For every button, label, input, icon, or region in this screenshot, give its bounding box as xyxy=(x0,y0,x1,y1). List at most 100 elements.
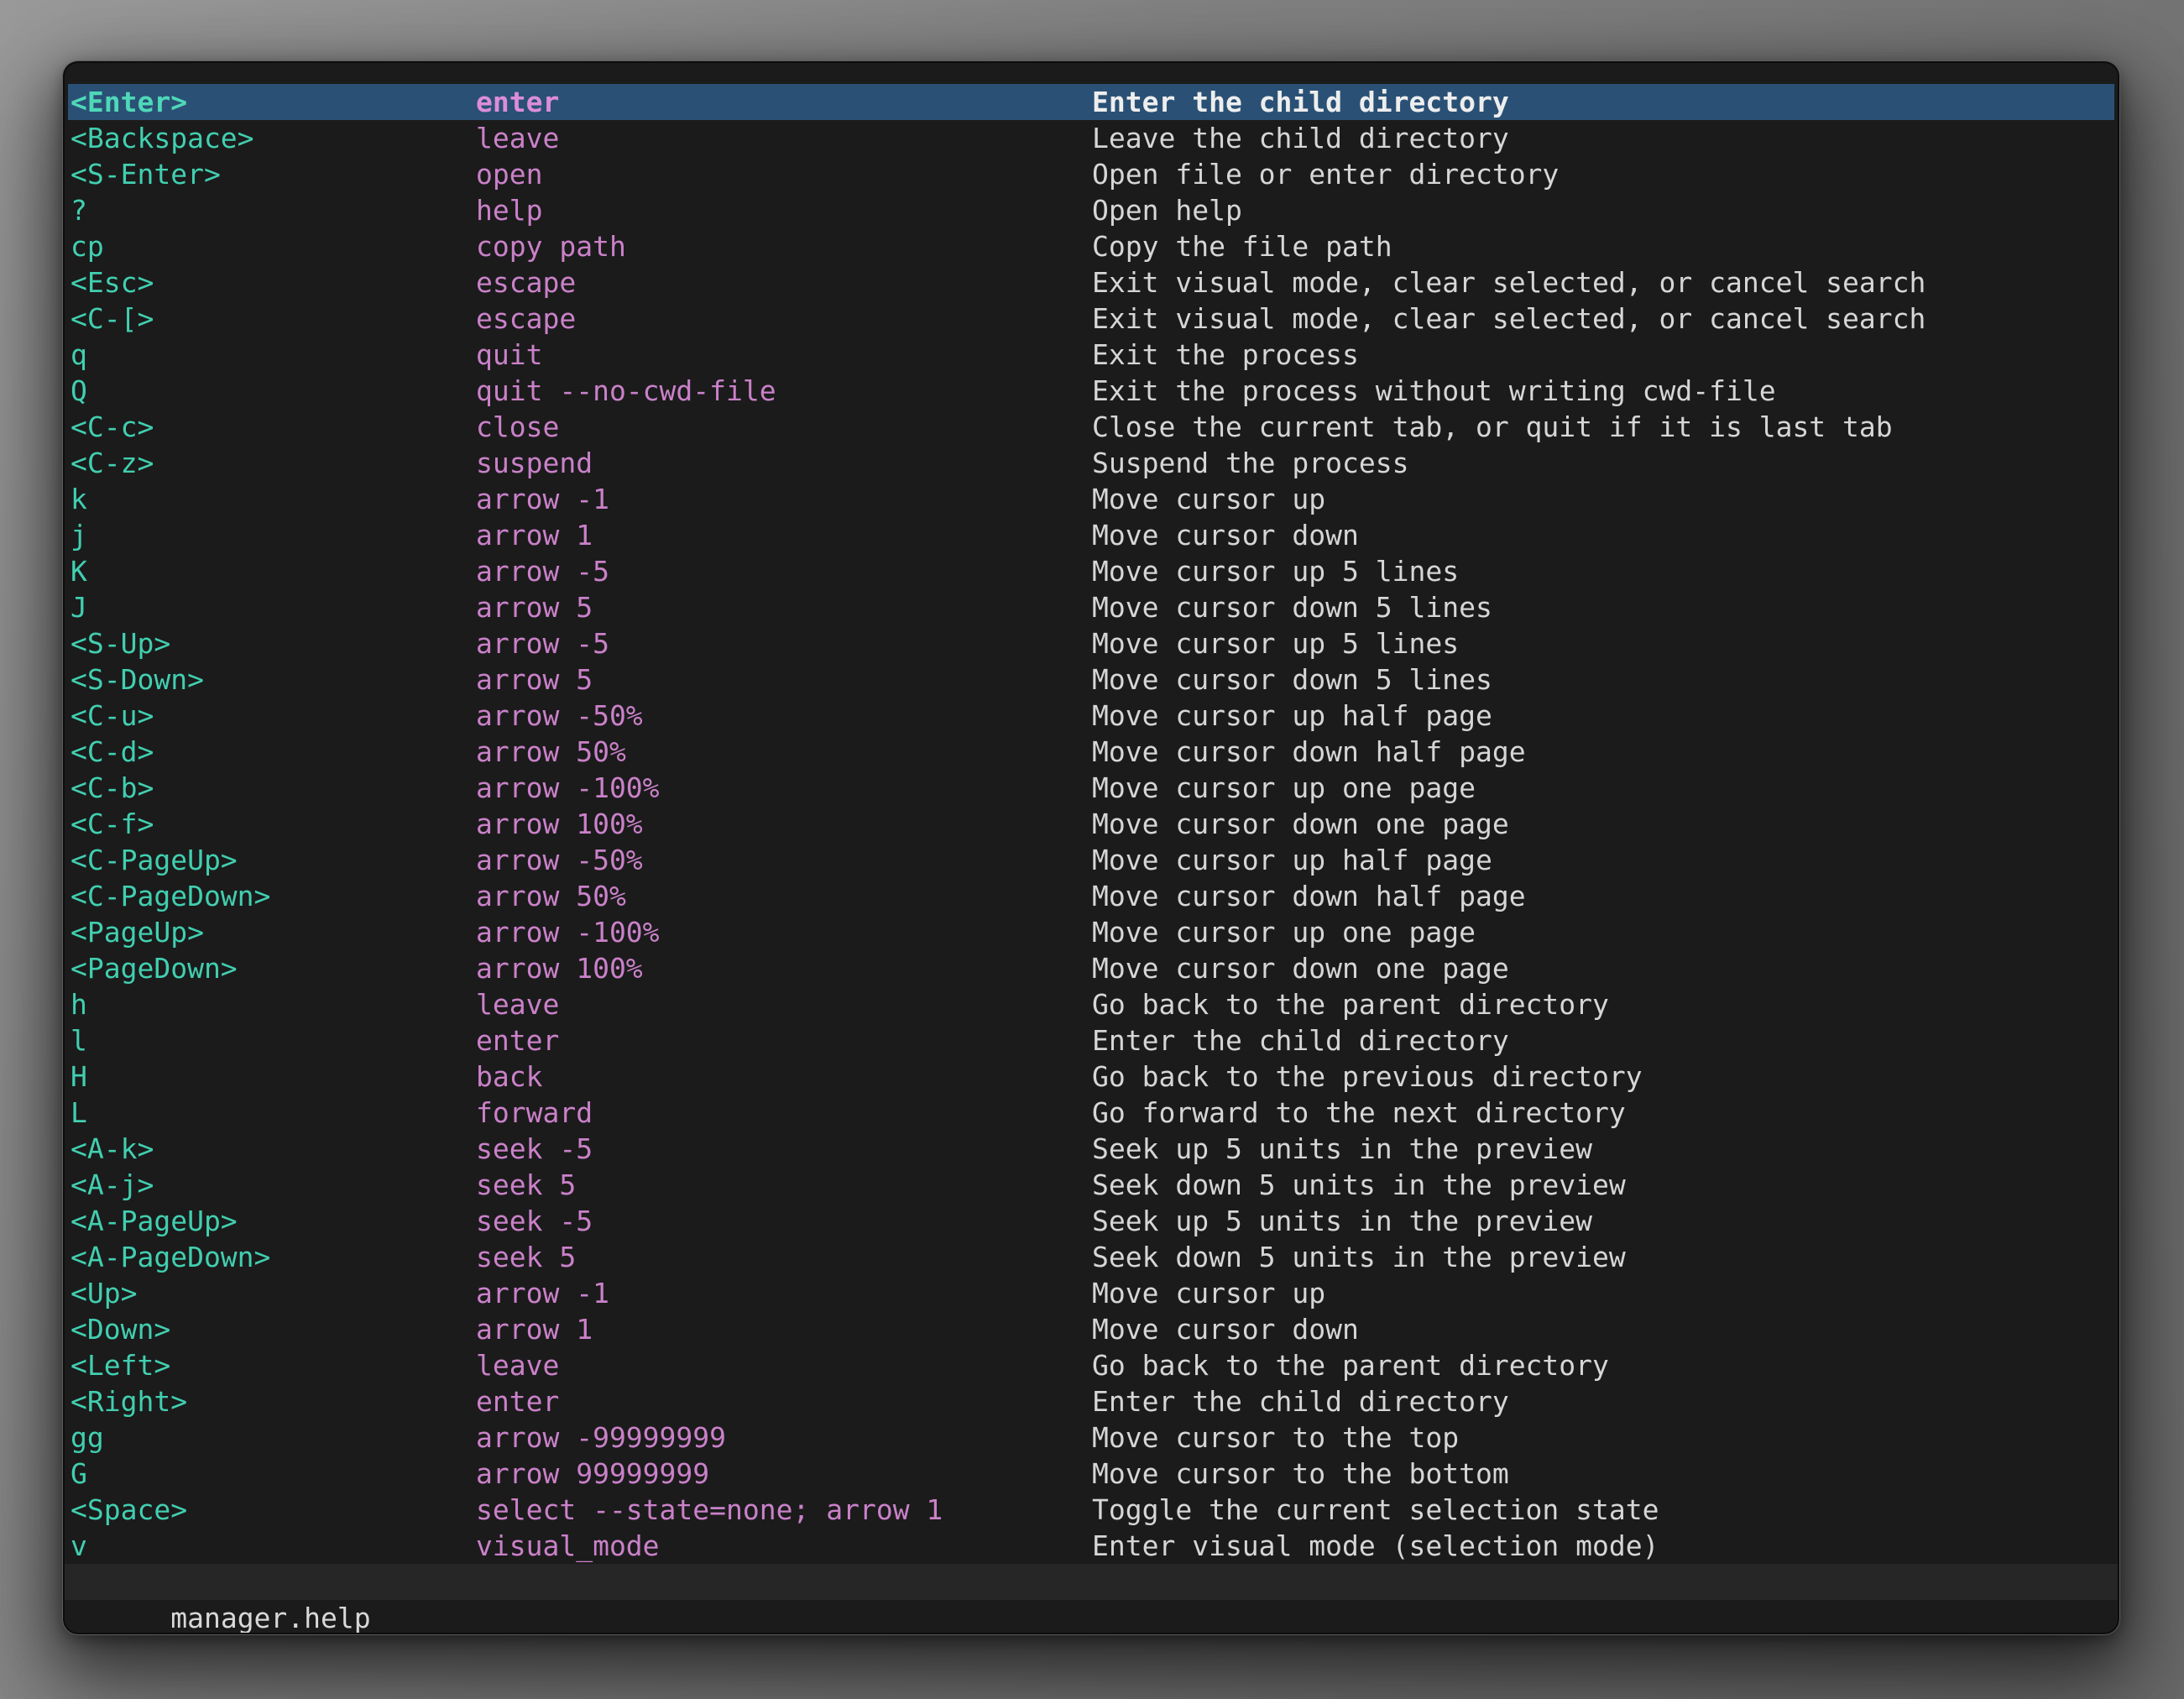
description-cell: Enter the child directory xyxy=(1092,1022,2114,1059)
description-cell: Seek down 5 units in the preview xyxy=(1092,1239,2114,1275)
keybind-row[interactable]: <Right> enter Enter the child directory xyxy=(68,1383,2114,1419)
description-cell: Move cursor up one page xyxy=(1092,770,2114,806)
command-cell: seek -5 xyxy=(476,1131,1092,1167)
keybind-row[interactable]: <C-u> arrow -50% Move cursor up half pag… xyxy=(68,698,2114,734)
keybind-row[interactable]: <C-b> arrow -100% Move cursor up one pag… xyxy=(68,770,2114,806)
command-cell: arrow -5 xyxy=(476,625,1092,661)
key-cell: <C-[> xyxy=(71,301,476,337)
key-cell: <Backspace> xyxy=(71,120,476,156)
keybind-row[interactable]: H back Go back to the previous directory xyxy=(68,1059,2114,1095)
description-cell: Toggle the current selection state xyxy=(1092,1492,2114,1528)
key-cell: <A-PageUp> xyxy=(71,1203,476,1239)
command-cell: suspend xyxy=(476,445,1092,481)
command-cell: seek 5 xyxy=(476,1239,1092,1275)
description-cell: Move cursor up xyxy=(1092,481,2114,517)
keybind-row[interactable]: <C-PageUp> arrow -50% Move cursor up hal… xyxy=(68,842,2114,878)
keybind-row[interactable]: h leave Go back to the parent directory xyxy=(68,986,2114,1022)
description-cell: Exit the process xyxy=(1092,337,2114,373)
keybind-row[interactable]: <S-Enter> open Open file or enter direct… xyxy=(68,156,2114,192)
key-cell: <C-u> xyxy=(71,698,476,734)
keybind-row[interactable]: l enter Enter the child directory xyxy=(68,1022,2114,1059)
keybind-row[interactable]: ? help Open help xyxy=(68,192,2114,228)
key-cell: <Up> xyxy=(71,1275,476,1311)
keybind-row[interactable]: <A-k> seek -5 Seek up 5 units in the pre… xyxy=(68,1131,2114,1167)
keybind-row[interactable]: <A-PageDown> seek 5 Seek down 5 units in… xyxy=(68,1239,2114,1275)
keybind-row[interactable]: v visual_mode Enter visual mode (selecti… xyxy=(68,1528,2114,1564)
keybind-row[interactable]: J arrow 5 Move cursor down 5 lines xyxy=(68,589,2114,625)
keybind-row[interactable]: K arrow -5 Move cursor up 5 lines xyxy=(68,553,2114,589)
command-cell: arrow 1 xyxy=(476,517,1092,553)
command-cell: leave xyxy=(476,986,1092,1022)
keybind-row[interactable]: <PageUp> arrow -100% Move cursor up one … xyxy=(68,914,2114,950)
description-cell: Close the current tab, or quit if it is … xyxy=(1092,409,2114,445)
key-cell: <Esc> xyxy=(71,264,476,301)
command-cell: leave xyxy=(476,1347,1092,1383)
keybind-row[interactable]: <S-Down> arrow 5 Move cursor down 5 line… xyxy=(68,661,2114,698)
description-cell: Enter visual mode (selection mode) xyxy=(1092,1528,2114,1564)
keybind-row[interactable]: <PageDown> arrow 100% Move cursor down o… xyxy=(68,950,2114,986)
description-cell: Open help xyxy=(1092,192,2114,228)
key-cell: ? xyxy=(71,192,476,228)
key-cell: <Space> xyxy=(71,1492,476,1528)
keybind-row[interactable]: <Left> leave Go back to the parent direc… xyxy=(68,1347,2114,1383)
keybind-row[interactable]: <C-f> arrow 100% Move cursor down one pa… xyxy=(68,806,2114,842)
command-cell: select --state=none; arrow 1 xyxy=(476,1492,1092,1528)
keybind-row[interactable]: <A-PageUp> seek -5 Seek up 5 units in th… xyxy=(68,1203,2114,1239)
keybind-row[interactable]: j arrow 1 Move cursor down xyxy=(68,517,2114,553)
keybind-row[interactable]: k arrow -1 Move cursor up xyxy=(68,481,2114,517)
key-cell: <Enter> xyxy=(71,84,476,120)
keybind-row[interactable]: <Down> arrow 1 Move cursor down xyxy=(68,1311,2114,1347)
key-cell: <S-Down> xyxy=(71,661,476,698)
description-cell: Copy the file path xyxy=(1092,228,2114,264)
command-cell: escape xyxy=(476,264,1092,301)
command-cell: arrow 5 xyxy=(476,661,1092,698)
description-cell: Suspend the process xyxy=(1092,445,2114,481)
key-cell: <C-z> xyxy=(71,445,476,481)
description-cell: Enter the child directory xyxy=(1092,84,2114,120)
description-cell: Move cursor down one page xyxy=(1092,806,2114,842)
keybind-row[interactable]: <C-[> escape Exit visual mode, clear sel… xyxy=(68,301,2114,337)
command-cell: arrow 100% xyxy=(476,806,1092,842)
keybind-row[interactable]: G arrow 99999999 Move cursor to the bott… xyxy=(68,1456,2114,1492)
command-cell: arrow -1 xyxy=(476,481,1092,517)
key-cell: <C-f> xyxy=(71,806,476,842)
keybind-row[interactable]: <Space> select --state=none; arrow 1 Tog… xyxy=(68,1492,2114,1528)
description-cell: Move cursor down half page xyxy=(1092,878,2114,914)
keybind-row[interactable]: q quit Exit the process xyxy=(68,337,2114,373)
command-cell: seek -5 xyxy=(476,1203,1092,1239)
description-cell: Exit the process without writing cwd-fil… xyxy=(1092,373,2114,409)
key-cell: cp xyxy=(71,228,476,264)
description-cell: Enter the child directory xyxy=(1092,1383,2114,1419)
keybind-row[interactable]: <C-d> arrow 50% Move cursor down half pa… xyxy=(68,734,2114,770)
keybind-row[interactable]: <C-PageDown> arrow 50% Move cursor down … xyxy=(68,878,2114,914)
keybind-row[interactable]: <Esc> escape Exit visual mode, clear sel… xyxy=(68,264,2114,301)
keybind-row[interactable]: <C-c> close Close the current tab, or qu… xyxy=(68,409,2114,445)
keybind-row[interactable]: gg arrow -99999999 Move cursor to the to… xyxy=(68,1419,2114,1456)
keybind-row[interactable]: <Up> arrow -1 Move cursor up xyxy=(68,1275,2114,1311)
command-cell: escape xyxy=(476,301,1092,337)
keybind-row[interactable]: <S-Up> arrow -5 Move cursor up 5 lines xyxy=(68,625,2114,661)
command-cell: quit --no-cwd-file xyxy=(476,373,1092,409)
keybind-row[interactable]: <C-z> suspend Suspend the process xyxy=(68,445,2114,481)
key-cell: G xyxy=(71,1456,476,1492)
description-cell: Move cursor down 5 lines xyxy=(1092,589,2114,625)
description-cell: Move cursor up one page xyxy=(1092,914,2114,950)
command-cell: arrow -100% xyxy=(476,770,1092,806)
keybind-row[interactable]: cp copy path Copy the file path xyxy=(68,228,2114,264)
key-cell: <A-j> xyxy=(71,1167,476,1203)
keybind-row[interactable]: L forward Go forward to the next directo… xyxy=(68,1095,2114,1131)
description-cell: Move cursor down one page xyxy=(1092,950,2114,986)
command-cell: quit xyxy=(476,337,1092,373)
keybind-row[interactable]: <Enter> enter Enter the child directory xyxy=(68,84,2114,120)
command-cell: copy path xyxy=(476,228,1092,264)
description-cell: Move cursor up half page xyxy=(1092,698,2114,734)
status-bar: manager.help xyxy=(65,1564,2118,1600)
description-cell: Move cursor up 5 lines xyxy=(1092,553,2114,589)
keybind-row[interactable]: <A-j> seek 5 Seek down 5 units in the pr… xyxy=(68,1167,2114,1203)
desktop-background: <Enter> enter Enter the child directory … xyxy=(0,0,2184,1699)
command-cell: forward xyxy=(476,1095,1092,1131)
keybind-row[interactable]: <Backspace> leave Leave the child direct… xyxy=(68,120,2114,156)
command-cell: leave xyxy=(476,120,1092,156)
key-cell: <S-Up> xyxy=(71,625,476,661)
keybind-row[interactable]: Q quit --no-cwd-file Exit the process wi… xyxy=(68,373,2114,409)
